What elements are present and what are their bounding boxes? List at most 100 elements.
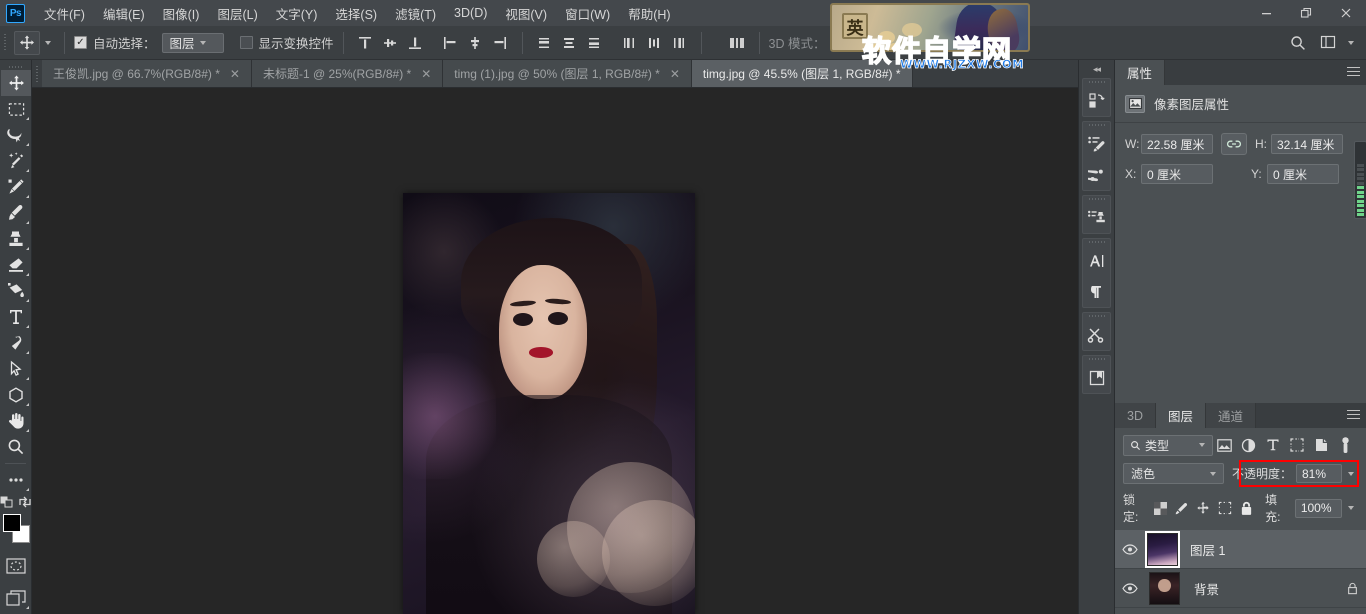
document-canvas[interactable] <box>403 193 695 614</box>
collapse-panels-icon[interactable]: ◂◂ <box>1079 60 1114 78</box>
brush-tool[interactable] <box>1 200 31 226</box>
menu-filter[interactable]: 滤镜(T) <box>386 0 445 27</box>
character-icon[interactable] <box>1083 245 1110 276</box>
opacity-value[interactable]: 81% <box>1296 464 1342 483</box>
close-icon[interactable] <box>1326 0 1366 26</box>
layer-filter-kind-dropdown[interactable]: 类型 <box>1123 435 1213 456</box>
default-colors-icon[interactable] <box>0 495 14 509</box>
options-bar-grip[interactable] <box>0 26 10 60</box>
eraser-tool[interactable] <box>1 252 31 278</box>
minimize-icon[interactable] <box>1246 0 1286 26</box>
screen-mode-icon[interactable] <box>1 585 31 611</box>
blend-mode-dropdown[interactable]: 滤色 <box>1123 463 1224 484</box>
doc-tab-untitled1[interactable]: 未标题-1 @ 25%(RGB/8#) * ✕ <box>252 60 443 87</box>
arrange-documents-icon[interactable] <box>1313 30 1343 56</box>
tab-3d[interactable]: 3D <box>1115 403 1156 428</box>
filter-toggle-icon[interactable] <box>1334 434 1358 456</box>
layer-visibility-eye-icon[interactable] <box>1115 583 1145 594</box>
lock-artboard-nesting-icon[interactable] <box>1214 498 1235 518</box>
tab-properties[interactable]: 属性 <box>1115 60 1165 85</box>
filter-pixel-icon[interactable] <box>1213 434 1237 456</box>
distribute-top-edges-icon[interactable] <box>532 30 557 56</box>
width-field[interactable]: 22.58 厘米 <box>1141 134 1213 154</box>
layer-name[interactable]: 图层 1 <box>1190 540 1338 559</box>
quick-selection-tool[interactable] <box>1 148 31 174</box>
distribute-vertical-centers-icon[interactable] <box>557 30 582 56</box>
menu-type[interactable]: 文字(Y) <box>267 0 327 27</box>
chevron-down-icon[interactable] <box>1348 41 1354 45</box>
filter-shape-icon[interactable] <box>1285 434 1309 456</box>
opacity-chevron-down-icon[interactable] <box>1348 472 1354 476</box>
edit-toolbar-tool[interactable] <box>1 467 31 493</box>
tools-panel-grip[interactable] <box>0 63 31 70</box>
move-tool[interactable] <box>1 70 31 96</box>
panel-menu-icon[interactable] <box>1340 60 1366 85</box>
search-icon[interactable] <box>1283 30 1313 56</box>
x-field[interactable]: 0 厘米 <box>1141 164 1213 184</box>
gradient-tool[interactable] <box>1 278 31 304</box>
filter-adjustment-icon[interactable] <box>1237 434 1261 456</box>
table-row[interactable]: 图层 1 <box>1115 530 1366 569</box>
lock-transparent-pixels-icon[interactable] <box>1150 498 1171 518</box>
close-icon[interactable]: ✕ <box>670 67 680 81</box>
tab-bar-grip[interactable] <box>32 60 42 87</box>
align-right-edges-icon[interactable] <box>488 30 513 56</box>
fill-chevron-down-icon[interactable] <box>1348 506 1354 510</box>
y-field[interactable]: 0 厘米 <box>1267 164 1339 184</box>
type-tool[interactable] <box>1 304 31 330</box>
clone-source-icon[interactable] <box>1083 202 1110 233</box>
zoom-tool[interactable] <box>1 434 31 460</box>
tool-preset-chevron-down-icon[interactable] <box>45 41 51 45</box>
menu-view[interactable]: 视图(V) <box>496 0 556 27</box>
doc-tab-timg1[interactable]: timg (1).jpg @ 50% (图层 1, RGB/8#) * ✕ <box>443 60 692 87</box>
tool-presets-icon[interactable] <box>1083 319 1110 350</box>
close-icon[interactable]: ✕ <box>421 67 431 81</box>
distribute-left-edges-icon[interactable] <box>617 30 642 56</box>
menu-select[interactable]: 选择(S) <box>326 0 386 27</box>
lasso-tool[interactable] <box>1 122 31 148</box>
swap-colors-icon[interactable] <box>18 495 32 509</box>
lock-position-icon[interactable] <box>1193 498 1214 518</box>
filter-type-icon[interactable] <box>1261 434 1285 456</box>
healing-brush-tool[interactable] <box>1 174 31 200</box>
align-more-icon[interactable] <box>725 30 750 56</box>
layer-name[interactable]: 背景 <box>1194 579 1338 598</box>
menu-file[interactable]: 文件(F) <box>35 0 94 27</box>
move-tool-icon[interactable] <box>14 31 40 55</box>
table-row[interactable]: 背景 <box>1115 569 1366 608</box>
rectangular-marquee-tool[interactable] <box>1 96 31 122</box>
menu-image[interactable]: 图像(I) <box>154 0 209 27</box>
align-vertical-centers-icon[interactable] <box>378 30 403 56</box>
filter-smart-object-icon[interactable] <box>1310 434 1334 456</box>
foreground-color-swatch[interactable] <box>3 514 21 532</box>
link-dimensions-icon[interactable] <box>1221 133 1247 155</box>
distribute-bottom-edges-icon[interactable] <box>582 30 607 56</box>
panel-menu-icon[interactable] <box>1340 403 1366 428</box>
quick-mask-mode-icon[interactable] <box>1 553 31 579</box>
fill-value[interactable]: 100% <box>1295 499 1342 518</box>
doc-tab-wangjunkai[interactable]: 王俊凯.jpg @ 66.7%(RGB/8#) * ✕ <box>42 60 252 87</box>
3d-orbit-icon[interactable] <box>833 30 858 56</box>
pen-tool[interactable] <box>1 330 31 356</box>
paragraph-icon[interactable] <box>1083 276 1110 307</box>
brush-settings-icon[interactable] <box>1083 159 1110 190</box>
align-horizontal-centers-icon[interactable] <box>463 30 488 56</box>
auto-select-target-dropdown[interactable]: 图层 <box>162 33 224 53</box>
clone-stamp-tool[interactable] <box>1 226 31 252</box>
restore-icon[interactable] <box>1286 0 1326 26</box>
brush-presets-icon[interactable] <box>1083 128 1110 159</box>
doc-tab-timg[interactable]: timg.jpg @ 45.5% (图层 1, RGB/8#) * <box>692 60 913 87</box>
notes-icon[interactable] <box>1083 362 1110 393</box>
lock-all-icon[interactable] <box>1236 498 1257 518</box>
align-left-edges-icon[interactable] <box>438 30 463 56</box>
menu-help[interactable]: 帮助(H) <box>619 0 679 27</box>
menu-window[interactable]: 窗口(W) <box>556 0 619 27</box>
tab-channels[interactable]: 通道 <box>1206 403 1256 428</box>
distribute-right-edges-icon[interactable] <box>667 30 692 56</box>
layer-comps-icon[interactable] <box>1083 85 1110 116</box>
show-transform-checkbox[interactable] <box>240 36 253 49</box>
shape-tool[interactable] <box>1 382 31 408</box>
layer-visibility-eye-icon[interactable] <box>1115 544 1145 555</box>
menu-layer[interactable]: 图层(L) <box>208 0 266 27</box>
align-top-edges-icon[interactable] <box>353 30 378 56</box>
